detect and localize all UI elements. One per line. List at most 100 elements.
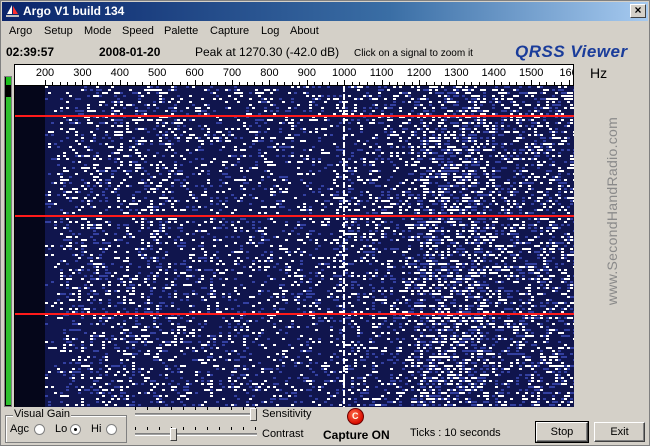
ruler-tick-label: 500 bbox=[148, 67, 167, 79]
menu-mode[interactable]: Mode bbox=[84, 25, 112, 37]
lo-label: Lo bbox=[55, 423, 68, 435]
frequency-ruler[interactable]: 200 300 400 500 600 700 800 900 1000 1100 1200 1300… bbox=[14, 64, 574, 86]
ruler-tick-label: 1000 bbox=[331, 67, 357, 79]
menu-bar: Argo Setup Mode Speed Palette Capture Lo… bbox=[2, 22, 648, 42]
ruler-major-tick bbox=[344, 80, 346, 85]
ruler-minor-tick bbox=[202, 82, 204, 85]
ruler-major-tick bbox=[419, 80, 420, 85]
ruler-minor-tick bbox=[246, 82, 248, 85]
waterfall-spectrogram bbox=[15, 86, 574, 407]
level-meter-fill bbox=[6, 97, 11, 405]
ruler-minor-tick bbox=[142, 82, 144, 85]
ruler-tick-label: 1400 bbox=[481, 67, 507, 79]
ruler-tick-label: 1500 bbox=[518, 67, 544, 79]
qrss-viewer-logo: QRSS Viewer bbox=[515, 42, 628, 61]
ruler-minor-tick bbox=[441, 82, 443, 85]
menu-argo[interactable]: Argo bbox=[9, 25, 32, 37]
ruler-minor-tick bbox=[553, 82, 555, 85]
ruler-minor-tick bbox=[187, 82, 189, 85]
window-title: Argo V1 build 134 bbox=[23, 4, 125, 18]
ruler-major-tick bbox=[531, 80, 533, 85]
ruler-minor-tick bbox=[104, 82, 106, 85]
clock-time: 02:39:57 bbox=[6, 45, 55, 59]
ruler-tick-label: 600 bbox=[185, 67, 204, 79]
ruler-minor-tick bbox=[321, 82, 323, 85]
ruler-minor-tick bbox=[224, 82, 226, 85]
ruler-minor-tick bbox=[396, 82, 398, 85]
ruler-tick-label: 160 bbox=[559, 67, 573, 79]
hi-radio[interactable] bbox=[106, 424, 117, 435]
contrast-slider-ticks bbox=[135, 427, 257, 431]
menu-setup[interactable]: Setup bbox=[44, 25, 73, 37]
ruler-minor-tick bbox=[134, 82, 136, 85]
menu-speed[interactable]: Speed bbox=[122, 25, 154, 37]
sensitivity-slider-ticks bbox=[135, 407, 257, 411]
ruler-minor-tick bbox=[433, 82, 435, 85]
ruler-tick-label: 400 bbox=[110, 67, 129, 79]
capture-status-lamp-icon: C bbox=[347, 408, 364, 425]
ruler-minor-tick bbox=[149, 82, 151, 85]
ruler-major-tick bbox=[119, 80, 121, 85]
visual-gain-group: Visual Gain Agc Lo Hi bbox=[5, 408, 127, 443]
close-icon: × bbox=[634, 3, 642, 17]
ruler-minor-tick bbox=[411, 82, 413, 85]
ruler-minor-tick bbox=[359, 82, 361, 85]
ruler-minor-tick bbox=[172, 82, 174, 85]
status-info-bar: 02:39:57 2008-01-20 Peak at 1270.30 (-42… bbox=[1, 42, 649, 64]
ruler-minor-tick bbox=[239, 82, 241, 85]
agc-radio[interactable] bbox=[34, 424, 45, 435]
zoom-hint: Click on a signal to zoom it bbox=[354, 48, 473, 59]
ruler-major-tick bbox=[45, 80, 46, 85]
ruler-minor-tick bbox=[561, 82, 563, 85]
ruler-minor-tick bbox=[314, 82, 316, 85]
ruler-minor-tick bbox=[374, 82, 376, 85]
title-bar[interactable]: Argo V1 build 134 × bbox=[2, 2, 648, 21]
peak-readout: Peak at 1270.30 (-42.0 dB) bbox=[195, 45, 340, 59]
ruler-minor-tick bbox=[508, 82, 510, 85]
ticks-interval-text: Ticks : 10 seconds bbox=[410, 427, 501, 439]
ruler-major-tick bbox=[232, 80, 233, 85]
exit-button[interactable]: Exit bbox=[594, 422, 645, 442]
menu-capture[interactable]: Capture bbox=[210, 25, 249, 37]
menu-palette[interactable]: Palette bbox=[164, 25, 198, 37]
lo-radio[interactable] bbox=[70, 424, 81, 435]
ruler-minor-tick bbox=[291, 82, 293, 85]
contrast-slider[interactable] bbox=[135, 433, 257, 436]
ruler-tick-label: 800 bbox=[260, 67, 279, 79]
ruler-tick-label: 200 bbox=[35, 67, 55, 79]
ruler-tick-label: 700 bbox=[222, 67, 242, 79]
level-meter-lamp bbox=[6, 77, 11, 85]
ruler-minor-tick bbox=[52, 82, 54, 85]
ruler-minor-tick bbox=[261, 82, 263, 85]
ruler-major-tick bbox=[194, 80, 196, 85]
ruler-tick-label: 300 bbox=[73, 67, 92, 79]
close-window-button[interactable]: × bbox=[630, 4, 646, 18]
menu-about[interactable]: About bbox=[290, 25, 319, 37]
sensitivity-slider-thumb[interactable] bbox=[250, 408, 257, 421]
menu-log[interactable]: Log bbox=[261, 25, 279, 37]
ruler-minor-tick bbox=[351, 82, 353, 85]
ruler-minor-tick bbox=[179, 82, 181, 85]
sensitivity-slider[interactable] bbox=[135, 413, 257, 416]
ruler-major-tick bbox=[568, 80, 570, 85]
contrast-slider-thumb[interactable] bbox=[169, 428, 177, 441]
watermark-vertical: www.SecondHandRadio.com bbox=[602, 91, 622, 331]
watermark-text: www.SecondHandRadio.com bbox=[604, 116, 620, 306]
waterfall-display[interactable] bbox=[14, 86, 574, 407]
clock-date: 2008-01-20 bbox=[99, 45, 161, 59]
ruler-minor-tick bbox=[538, 82, 540, 85]
argo-sailboat-icon bbox=[6, 5, 19, 17]
visual-gain-label: Visual Gain bbox=[13, 408, 72, 420]
ruler-major-tick bbox=[493, 80, 495, 85]
ruler-minor-tick bbox=[59, 82, 61, 85]
ruler-minor-tick bbox=[523, 82, 525, 85]
stop-button[interactable]: Stop bbox=[535, 421, 589, 443]
ruler-minor-tick bbox=[516, 82, 518, 85]
ruler-minor-tick bbox=[276, 82, 278, 85]
ruler-tick-label: 1100 bbox=[369, 67, 394, 79]
ruler-minor-tick bbox=[336, 82, 338, 85]
waterfall-edge-band bbox=[15, 86, 45, 407]
ruler-minor-tick bbox=[254, 82, 256, 85]
ruler-minor-tick bbox=[546, 82, 548, 85]
waterfall-noise bbox=[45, 86, 574, 406]
